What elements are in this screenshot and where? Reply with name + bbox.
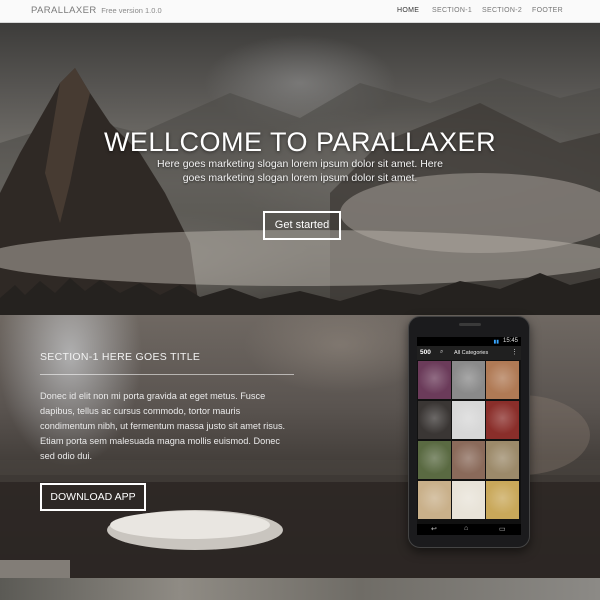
download-app-button[interactable]: DOWNLOAD APP xyxy=(40,483,146,511)
section-1-body: Donec id elit non mi porta gravida at eg… xyxy=(40,391,286,461)
app-logo: 500 xyxy=(420,349,431,356)
get-started-button[interactable]: Get started xyxy=(263,211,341,240)
category-selector: All Categories xyxy=(454,350,489,356)
home-icon: ⌂ xyxy=(464,525,469,532)
section-1-divider xyxy=(40,374,294,375)
nav-item-section-1[interactable]: SECTION-1 xyxy=(432,7,472,14)
menu-icon: ⋮ xyxy=(511,349,518,356)
photo-grid xyxy=(418,361,520,523)
nav-item-home[interactable]: HOME xyxy=(397,7,419,14)
nav-item-section-2[interactable]: SECTION-2 xyxy=(482,7,522,14)
phone-nav-bar: ↩ ⌂ ▭ xyxy=(417,524,521,535)
phone-status-bar: ▮▮ 15:45 xyxy=(417,337,521,346)
hero-section: WELLCOME TO PARALLAXER Here goes marketi… xyxy=(0,23,600,315)
phone-mockup: ▮▮ 15:45 500 ⌕ All Categories ⋮ ↩ ⌂ ▭ xyxy=(408,316,530,548)
section-1-title: SECTION-1 HERE GOES TITLE xyxy=(40,351,201,363)
photo-tile[interactable] xyxy=(418,361,451,399)
photo-tile[interactable] xyxy=(452,361,485,399)
brand-version: Free version 1.0.0 xyxy=(101,6,162,15)
phone-screen: ▮▮ 15:45 500 ⌕ All Categories ⋮ ↩ ⌂ ▭ xyxy=(417,337,521,535)
photo-tile[interactable] xyxy=(452,401,485,439)
brand[interactable]: PARALLAXER Free version 1.0.0 xyxy=(31,5,162,16)
phone-earpiece xyxy=(459,323,481,326)
photo-tile[interactable] xyxy=(486,441,519,479)
photo-tile[interactable] xyxy=(418,481,451,519)
photo-tile[interactable] xyxy=(486,401,519,439)
search-icon: ⌕ xyxy=(440,349,444,355)
hero-title: WELLCOME TO PARALLAXER xyxy=(103,127,497,157)
photo-tile[interactable] xyxy=(486,361,519,399)
navbar: PARALLAXER Free version 1.0.0 HOME SECTI… xyxy=(0,0,600,23)
photo-tile[interactable] xyxy=(452,441,485,479)
brand-name: PARALLAXER xyxy=(31,5,97,16)
footer-preview-strip xyxy=(0,578,600,600)
app-bar: 500 ⌕ All Categories ⋮ xyxy=(417,346,521,360)
photo-tile[interactable] xyxy=(418,441,451,479)
photo-tile[interactable] xyxy=(452,481,485,519)
photo-tile[interactable] xyxy=(486,481,519,519)
signal-icon: ▮▮ xyxy=(493,339,499,345)
phone-clock: 15:45 xyxy=(502,338,518,344)
back-icon: ↩ xyxy=(431,526,437,533)
hero-slogan: Here goes marketing slogan lorem ipsum d… xyxy=(157,158,443,184)
photo-tile[interactable] xyxy=(418,401,451,439)
nav-item-footer[interactable]: FOOTER xyxy=(532,7,563,14)
recents-icon: ▭ xyxy=(499,526,506,533)
